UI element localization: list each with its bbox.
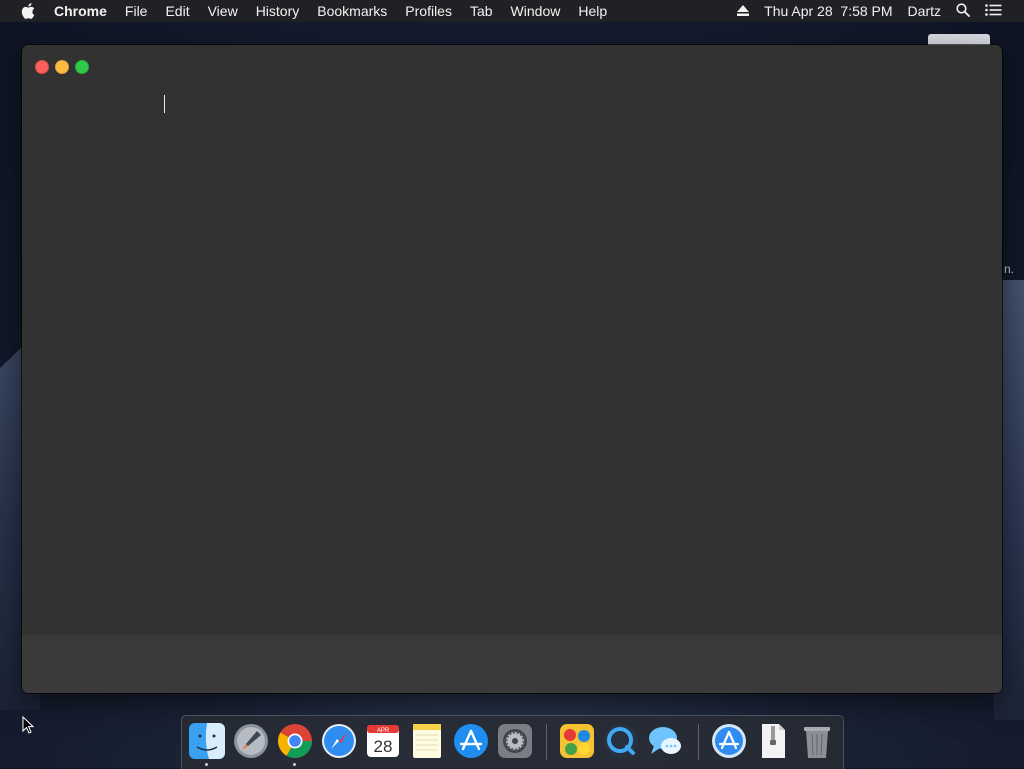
chrome-window[interactable] bbox=[22, 45, 1002, 693]
window-bottom-area bbox=[22, 635, 1002, 693]
menu-user[interactable]: Dartz bbox=[908, 3, 941, 19]
safari-icon[interactable] bbox=[320, 722, 358, 760]
dock-separator bbox=[698, 724, 699, 760]
desktop-file-label: n. bbox=[1004, 262, 1015, 276]
menu-bar: Chrome File Edit View History Bookmarks … bbox=[0, 0, 1024, 22]
dock-separator bbox=[546, 724, 547, 760]
window-minimize-button[interactable] bbox=[55, 60, 69, 74]
finder-running-indicator bbox=[205, 763, 208, 766]
window-maximize-button[interactable] bbox=[75, 60, 89, 74]
menu-profiles[interactable]: Profiles bbox=[405, 3, 452, 19]
apple-menu-icon[interactable] bbox=[21, 3, 35, 19]
launchpad-icon[interactable] bbox=[232, 722, 270, 760]
trash-icon[interactable] bbox=[798, 722, 836, 760]
eject-icon[interactable] bbox=[737, 3, 750, 19]
menu-tab[interactable]: Tab bbox=[470, 3, 493, 19]
notes-icon[interactable] bbox=[408, 722, 446, 760]
zip-file-icon[interactable] bbox=[754, 722, 792, 760]
game-icon[interactable] bbox=[558, 722, 596, 760]
applications-folder-icon[interactable] bbox=[710, 722, 748, 760]
menu-edit[interactable]: Edit bbox=[165, 3, 189, 19]
window-close-button[interactable] bbox=[35, 60, 49, 74]
system-preferences-icon[interactable] bbox=[496, 722, 534, 760]
finder-icon[interactable] bbox=[188, 722, 226, 760]
calendar-icon[interactable]: APR 28 bbox=[364, 722, 402, 760]
menu-app-name[interactable]: Chrome bbox=[54, 3, 107, 19]
calendar-day: 28 bbox=[374, 737, 393, 756]
chrome-icon[interactable] bbox=[276, 722, 314, 760]
app-store-icon[interactable] bbox=[452, 722, 490, 760]
menu-clock[interactable]: Thu Apr 28 7:58 PM bbox=[764, 3, 892, 19]
menu-file[interactable]: File bbox=[125, 3, 148, 19]
menu-help[interactable]: Help bbox=[578, 3, 607, 19]
calendar-month: APR bbox=[377, 728, 390, 734]
menu-view[interactable]: View bbox=[208, 3, 238, 19]
text-cursor bbox=[164, 95, 165, 113]
chrome-running-indicator bbox=[293, 763, 296, 766]
menu-window[interactable]: Window bbox=[511, 3, 561, 19]
notification-center-icon[interactable] bbox=[985, 3, 1002, 19]
menu-history[interactable]: History bbox=[256, 3, 300, 19]
messages-icon[interactable] bbox=[646, 722, 684, 760]
menu-bookmarks[interactable]: Bookmarks bbox=[317, 3, 387, 19]
quicktime-icon[interactable] bbox=[602, 722, 640, 760]
spotlight-search-icon[interactable] bbox=[956, 2, 970, 20]
dock: APR 28 bbox=[181, 715, 844, 769]
mouse-pointer-icon bbox=[22, 715, 35, 739]
